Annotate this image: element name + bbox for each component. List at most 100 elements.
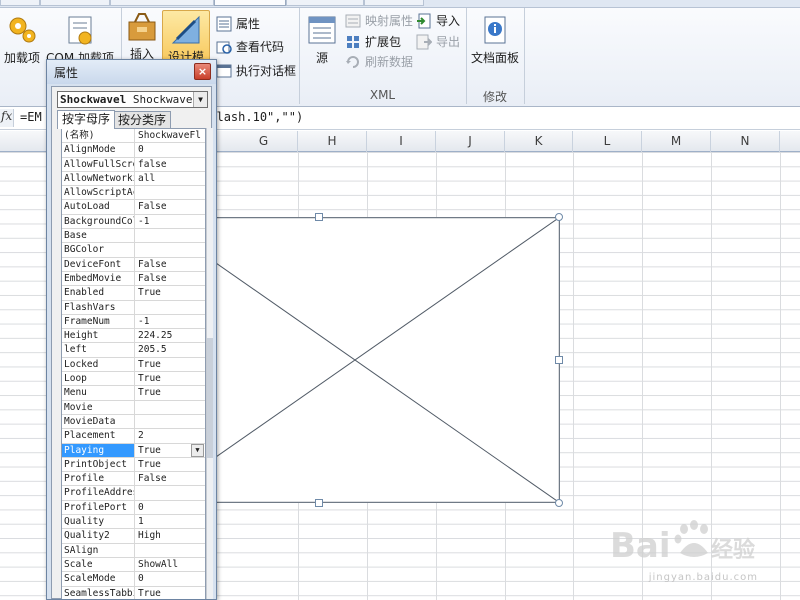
property-row[interactable]: SAlign [62, 543, 205, 558]
property-value[interactable]: -1 [136, 215, 205, 228]
property-value[interactable]: True [136, 372, 205, 385]
export-button[interactable]: 导出 [416, 32, 460, 52]
map-properties-button[interactable]: 映射属性 [345, 11, 413, 31]
chevron-down-icon[interactable]: ▼ [193, 92, 207, 107]
property-row[interactable]: Playing True ▼ [62, 443, 205, 458]
property-row[interactable]: Movie [62, 400, 205, 415]
property-row[interactable]: AlignMode 0 [62, 143, 205, 158]
property-row[interactable]: ScaleMode 0 [62, 572, 205, 587]
property-value[interactable] [136, 544, 205, 557]
column-header-h[interactable]: H [298, 131, 367, 152]
property-row[interactable]: PrintObject True [62, 457, 205, 473]
property-row[interactable]: Loop True [62, 372, 205, 387]
property-value[interactable]: 0 [136, 572, 205, 585]
properties-window[interactable]: 属性 × Shockwavel ShockwaveFl ▼ 按字母序 按分类序 … [46, 59, 217, 600]
property-value[interactable] [136, 486, 205, 499]
property-row[interactable]: BackgroundCol -1 [62, 214, 205, 230]
run-dialog-button[interactable]: 执行对话框 [216, 61, 296, 81]
property-value[interactable]: True [136, 587, 205, 600]
property-value[interactable] [136, 243, 205, 256]
property-row[interactable]: DeviceFont False [62, 257, 205, 272]
property-value[interactable]: -1 [136, 315, 205, 328]
ribbon-tab[interactable] [110, 0, 214, 6]
xml-source-button[interactable]: 源 [305, 14, 339, 65]
scrollbar-thumb[interactable] [207, 338, 213, 458]
property-row[interactable]: FlashVars [62, 300, 205, 315]
tab-categorized[interactable]: 按分类序 [113, 111, 172, 128]
property-row[interactable]: SeamlessTabbi True [62, 586, 205, 600]
property-row[interactable]: ProfilePort 0 [62, 500, 205, 516]
property-value[interactable]: 0 [136, 143, 205, 156]
property-row[interactable]: MovieData [62, 414, 205, 430]
property-value[interactable]: 205.5 [136, 343, 205, 356]
insert-control-button[interactable]: 插入 [124, 10, 160, 61]
property-row[interactable]: Quality 1 [62, 515, 205, 530]
property-row[interactable]: Menu True [62, 386, 205, 401]
close-icon[interactable]: × [194, 63, 211, 80]
property-row[interactable]: Locked True [62, 357, 205, 373]
resize-handle-top-right[interactable] [555, 213, 563, 221]
ribbon-tab-developer[interactable] [214, 0, 286, 6]
property-row[interactable]: left 205.5 [62, 343, 205, 358]
property-row[interactable]: AllowScriptAc [62, 186, 205, 201]
property-row[interactable]: ProfileAddres [62, 486, 205, 501]
refresh-data-button[interactable]: 刷新数据 [345, 52, 413, 72]
property-value[interactable]: False [136, 258, 205, 271]
property-value[interactable]: ShockwaveFl [136, 129, 205, 142]
ribbon-tab[interactable] [40, 0, 110, 6]
document-panel-button[interactable]: 文档面板 [469, 14, 521, 65]
property-row[interactable]: AllowFullScre false [62, 157, 205, 172]
ribbon-tab[interactable] [0, 0, 40, 6]
property-value[interactable] [136, 401, 205, 414]
com-addins-button[interactable]: COM 加载项 [44, 14, 116, 65]
column-header-i[interactable]: I [367, 131, 436, 152]
resize-handle-bottom[interactable] [315, 499, 323, 507]
view-code-button[interactable]: 查看代码 [216, 37, 284, 57]
property-row[interactable]: EmbedMovie False [62, 271, 205, 287]
property-row[interactable]: BGColor [62, 243, 205, 258]
property-value[interactable] [136, 301, 205, 314]
property-value[interactable]: True [136, 458, 205, 471]
property-value[interactable]: 0 [136, 501, 205, 514]
property-value[interactable]: High [136, 529, 205, 542]
column-header-m[interactable]: M [642, 131, 711, 152]
property-row[interactable]: Base [62, 229, 205, 244]
property-row[interactable]: Height 224.25 [62, 329, 205, 344]
properties-button[interactable]: 属性 [216, 14, 260, 34]
property-value[interactable]: False [136, 272, 205, 285]
property-value[interactable]: False [136, 472, 205, 485]
import-button[interactable]: 导入 [416, 11, 460, 31]
column-header-k[interactable]: K [505, 131, 573, 152]
property-row[interactable]: Enabled True [62, 286, 205, 301]
property-value[interactable]: True [136, 386, 205, 399]
property-row[interactable]: Scale ShowAll [62, 557, 205, 573]
property-value[interactable]: false [136, 158, 205, 171]
property-value[interactable]: 1 [136, 515, 205, 528]
property-value[interactable]: all [136, 172, 205, 185]
resize-handle-right[interactable] [555, 356, 563, 364]
property-row[interactable]: Profile False [62, 472, 205, 487]
property-row[interactable]: FrameNum -1 [62, 314, 205, 330]
ribbon-tab[interactable] [364, 0, 424, 6]
property-row[interactable]: (名称) ShockwaveFl [62, 129, 205, 144]
resize-handle-top[interactable] [315, 213, 323, 221]
design-mode-button[interactable]: 设计模式 [162, 10, 210, 78]
property-value[interactable]: False [136, 200, 205, 213]
property-value[interactable]: True [136, 286, 205, 299]
property-value[interactable]: 2 [136, 429, 205, 442]
property-value[interactable] [136, 229, 205, 242]
property-grid-scrollbar[interactable] [206, 128, 213, 599]
object-selector[interactable]: Shockwavel ShockwaveFl ▼ [57, 91, 208, 108]
property-value[interactable] [136, 186, 205, 199]
chevron-down-icon[interactable]: ▼ [191, 443, 204, 457]
resize-handle-bottom-right[interactable] [555, 499, 563, 507]
property-value[interactable]: True [136, 358, 205, 371]
column-header-n[interactable]: N [711, 131, 780, 152]
column-header-j[interactable]: J [436, 131, 505, 152]
column-header-g[interactable]: G [230, 131, 298, 152]
expansion-packs-button[interactable]: 扩展包 [345, 32, 401, 52]
property-value[interactable]: ShowAll [136, 558, 205, 571]
addins-button[interactable]: 加载项 [2, 14, 42, 65]
ribbon-tab[interactable] [286, 0, 364, 6]
property-value[interactable] [136, 415, 205, 428]
